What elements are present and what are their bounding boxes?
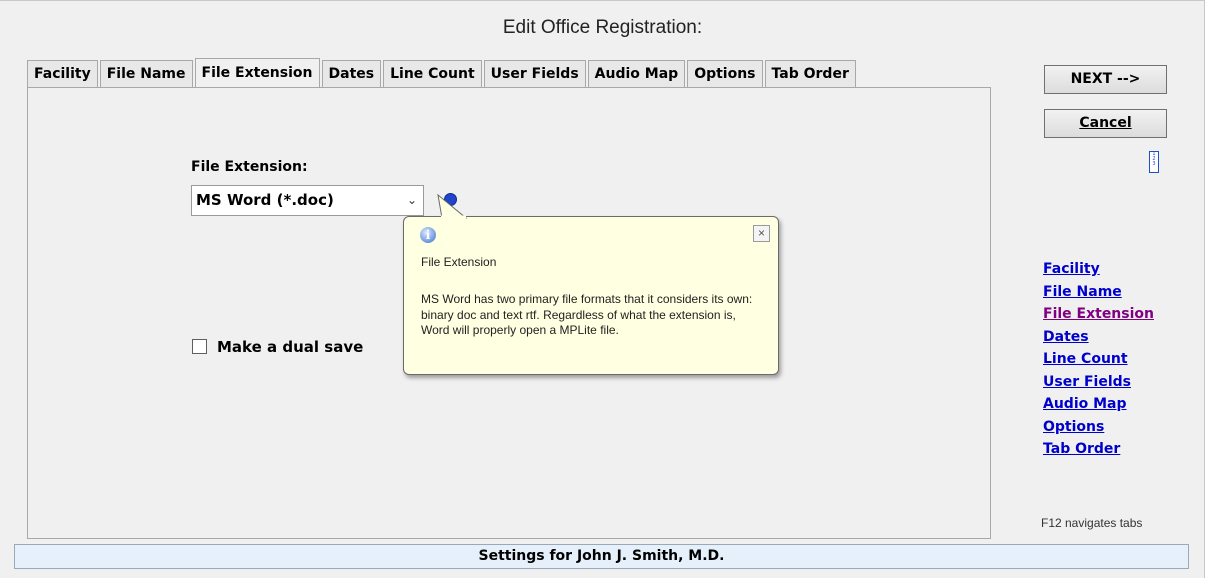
chevron-down-icon[interactable]: ⌄ bbox=[407, 186, 417, 215]
tab-file-name[interactable]: File Name bbox=[99, 60, 193, 87]
close-icon[interactable]: × bbox=[753, 225, 770, 242]
file-extension-label: File Extension: bbox=[191, 159, 308, 175]
window-title: Edit Office Registration: bbox=[502, 17, 703, 38]
tab-order-icon[interactable]: 123 bbox=[1149, 151, 1159, 173]
next-button[interactable]: NEXT --> bbox=[1044, 65, 1167, 94]
link-file-name[interactable]: File Name bbox=[1043, 281, 1154, 304]
tab-options[interactable]: Options bbox=[687, 60, 763, 87]
link-audio-map[interactable]: Audio Map bbox=[1043, 393, 1154, 416]
link-facility[interactable]: Facility bbox=[1043, 258, 1154, 281]
file-extension-select[interactable]: MS Word (*.doc) ⌄ bbox=[191, 185, 424, 216]
link-line-count[interactable]: Line Count bbox=[1043, 348, 1154, 371]
file-extension-value: MS Word (*.doc) bbox=[196, 191, 334, 209]
tooltip-body: MS Word has two primary file formats tha… bbox=[421, 292, 753, 337]
tab-user-fields[interactable]: User Fields bbox=[483, 60, 586, 87]
tab-line-count[interactable]: Line Count bbox=[383, 60, 482, 87]
tooltip-title: File Extension bbox=[421, 255, 497, 269]
tab-file-extension[interactable]: File Extension bbox=[194, 58, 320, 87]
tab-strip: Facility File Name File Extension Dates … bbox=[27, 58, 858, 88]
link-dates[interactable]: Dates bbox=[1043, 326, 1154, 349]
tab-dates[interactable]: Dates bbox=[321, 60, 382, 87]
tab-audio-map[interactable]: Audio Map bbox=[587, 60, 686, 87]
dual-save-label: Make a dual save bbox=[217, 338, 364, 356]
app-window: Edit Office Registration: Facility File … bbox=[0, 0, 1205, 578]
tab-facility[interactable]: Facility bbox=[27, 60, 98, 87]
cancel-button[interactable]: Cancel bbox=[1044, 109, 1167, 138]
nav-links: Facility File Name File Extension Dates … bbox=[1043, 258, 1154, 461]
link-user-fields[interactable]: User Fields bbox=[1043, 371, 1154, 394]
tab-tab-order[interactable]: Tab Order bbox=[764, 60, 856, 87]
link-file-extension[interactable]: File Extension bbox=[1043, 303, 1154, 326]
link-tab-order[interactable]: Tab Order bbox=[1043, 438, 1154, 461]
link-options[interactable]: Options bbox=[1043, 416, 1154, 439]
dual-save-checkbox[interactable] bbox=[192, 339, 207, 354]
f12-hint: F12 navigates tabs bbox=[1041, 516, 1143, 530]
info-icon: i bbox=[420, 227, 436, 243]
status-bar: Settings for John J. Smith, M.D. bbox=[14, 544, 1189, 569]
tooltip-tail bbox=[437, 193, 468, 219]
tooltip-balloon: i × File Extension MS Word has two prima… bbox=[403, 193, 779, 375]
